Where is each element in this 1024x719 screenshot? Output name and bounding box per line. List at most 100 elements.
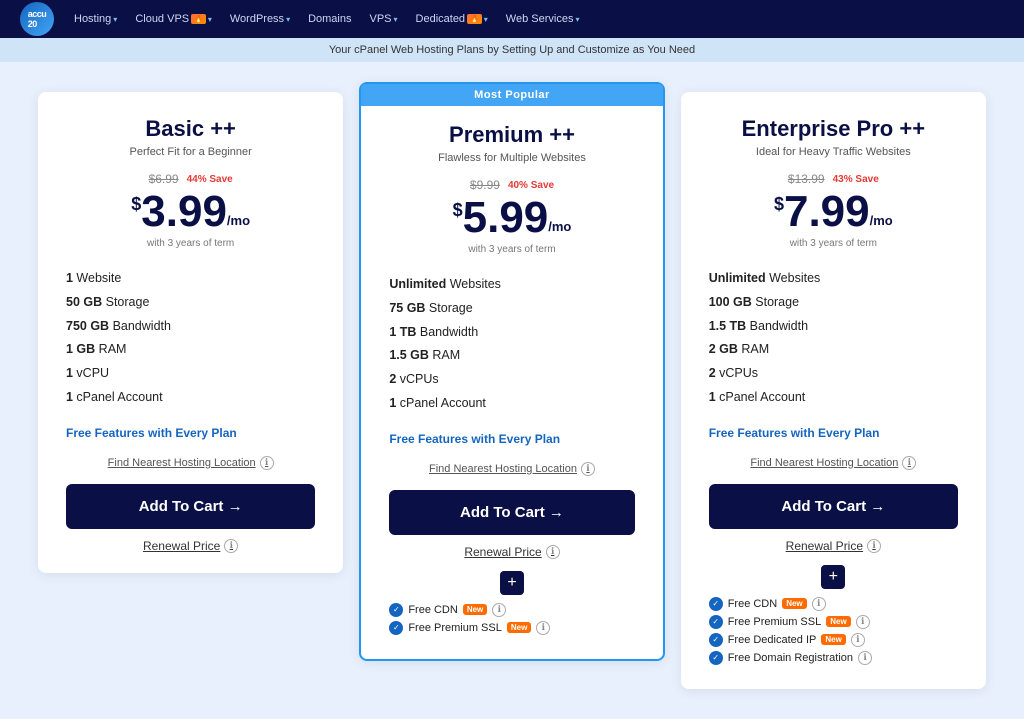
plan-basic-term: with 3 years of term	[66, 238, 315, 249]
plan-premium-price-display: $ 5.99 /mo	[389, 196, 634, 240]
nav-cloud-vps[interactable]: Cloud VPS 🔥 ▾	[135, 13, 212, 25]
plan-enterprise-mo: /mo	[870, 213, 893, 228]
info-icon[interactable]: ℹ	[492, 603, 506, 617]
check-icon: ✓	[709, 597, 723, 611]
check-icon: ✓	[709, 615, 723, 629]
plan-basic-free-features[interactable]: Free Features with Every Plan	[66, 426, 315, 440]
feature-enterprise-2: 100 GB Storage	[709, 291, 958, 315]
feature-enterprise-3: 1.5 TB Bandwidth	[709, 315, 958, 339]
plan-premium-hosting-location[interactable]: Find Nearest Hosting Location ℹ	[389, 462, 634, 476]
plan-enterprise-add-to-cart[interactable]: Add To Cart →	[709, 484, 958, 529]
navbar: accu20 Hosting ▾ Cloud VPS 🔥 ▾ WordPress…	[0, 0, 1024, 38]
logo-icon: accu20	[20, 2, 54, 36]
feature-enterprise-4: 2 GB RAM	[709, 338, 958, 362]
plan-basic-hosting-location[interactable]: Find Nearest Hosting Location ℹ	[66, 456, 315, 470]
plan-enterprise-expand[interactable]: +	[821, 565, 845, 589]
feature-basic-5: 1 vCPU	[66, 362, 315, 386]
plan-premium-renewal[interactable]: Renewal Price ℹ	[389, 545, 634, 559]
plan-enterprise-term: with 3 years of term	[709, 238, 958, 249]
plan-premium-name: Premium ++	[389, 122, 634, 148]
plan-premium-features: Unlimited Websites 75 GB Storage 1 TB Ba…	[389, 273, 634, 416]
plan-premium-bonus: ✓ Free CDN New ℹ ✓ Free Premium SSL New …	[389, 603, 634, 635]
new-badge: New	[821, 634, 845, 645]
feature-basic-6: 1 cPanel Account	[66, 386, 315, 410]
check-icon: ✓	[709, 633, 723, 647]
renewal-info-icon[interactable]: ℹ	[867, 539, 881, 553]
feature-basic-1: 1 Website	[66, 267, 315, 291]
plan-enterprise-price-display: $ 7.99 /mo	[709, 190, 958, 234]
subtitle-text: Your cPanel Web Hosting Plans by Setting…	[329, 44, 695, 56]
feature-premium-5: 2 vCPUs	[389, 368, 634, 392]
plan-premium-mo: /mo	[548, 219, 571, 234]
nav-vps[interactable]: VPS ▾	[369, 13, 397, 25]
bonus-ssl: ✓ Free Premium SSL New ℹ	[709, 615, 958, 629]
info-icon[interactable]: ℹ	[536, 621, 550, 635]
subtitle-bar: Your cPanel Web Hosting Plans by Setting…	[0, 38, 1024, 62]
nav-dedicated[interactable]: Dedicated 🔥 ▾	[416, 13, 488, 25]
plan-basic-dollar: $	[131, 194, 141, 215]
plan-basic-features: 1 Website 50 GB Storage 750 GB Bandwidth…	[66, 267, 315, 410]
renewal-info-icon[interactable]: ℹ	[546, 545, 560, 559]
feature-premium-4: 1.5 GB RAM	[389, 344, 634, 368]
nav-wordpress[interactable]: WordPress ▾	[230, 13, 290, 25]
feature-premium-2: 75 GB Storage	[389, 297, 634, 321]
nav-web-services[interactable]: Web Services ▾	[506, 13, 580, 25]
plan-enterprise-free-features[interactable]: Free Features with Every Plan	[709, 426, 958, 440]
plan-premium-free-features[interactable]: Free Features with Every Plan	[389, 432, 634, 446]
plan-premium-expand[interactable]: +	[500, 571, 524, 595]
info-icon[interactable]: ℹ	[812, 597, 826, 611]
popular-badge: Most Popular	[361, 84, 662, 106]
plan-enterprise-bonus: ✓ Free CDN New ℹ ✓ Free Premium SSL New …	[709, 597, 958, 665]
renewal-info-icon[interactable]: ℹ	[224, 539, 238, 553]
plan-enterprise: Enterprise Pro ++ Ideal for Heavy Traffi…	[681, 92, 986, 689]
plan-enterprise-amount: 7.99	[784, 190, 870, 234]
plan-premium-term: with 3 years of term	[389, 244, 634, 255]
feature-basic-2: 50 GB Storage	[66, 291, 315, 315]
bonus-domain: ✓ Free Domain Registration ℹ	[709, 651, 958, 665]
plan-basic-add-to-cart[interactable]: Add To Cart →	[66, 484, 315, 529]
feature-enterprise-5: 2 vCPUs	[709, 362, 958, 386]
plan-premium: Most Popular Premium ++ Flawless for Mul…	[359, 82, 664, 661]
nav-hosting[interactable]: Hosting ▾	[74, 13, 117, 25]
feature-enterprise-6: 1 cPanel Account	[709, 386, 958, 410]
feature-enterprise-1: Unlimited Websites	[709, 267, 958, 291]
plan-enterprise-hosting-location[interactable]: Find Nearest Hosting Location ℹ	[709, 456, 958, 470]
plan-premium-dollar: $	[453, 200, 463, 221]
info-icon[interactable]: ℹ	[851, 633, 865, 647]
new-badge: New	[507, 622, 531, 633]
check-icon: ✓	[709, 651, 723, 665]
feature-basic-4: 1 GB RAM	[66, 338, 315, 362]
bonus-cdn: ✓ Free CDN New ℹ	[709, 597, 958, 611]
plan-enterprise-tagline: Ideal for Heavy Traffic Websites	[709, 146, 958, 158]
info-icon[interactable]: ℹ	[902, 456, 916, 470]
new-badge: New	[463, 604, 487, 615]
plan-basic-renewal[interactable]: Renewal Price ℹ	[66, 539, 315, 553]
nav-domains[interactable]: Domains	[308, 13, 351, 25]
new-badge: New	[826, 616, 850, 627]
bonus-dedicated-ip: ✓ Free Dedicated IP New ℹ	[709, 633, 958, 647]
info-icon[interactable]: ℹ	[260, 456, 274, 470]
plans-section: Basic ++ Perfect Fit for a Beginner $6.9…	[0, 62, 1024, 719]
plan-premium-add-to-cart[interactable]: Add To Cart →	[389, 490, 634, 535]
info-icon[interactable]: ℹ	[858, 651, 872, 665]
plan-basic-original-price: $6.99	[149, 172, 179, 186]
bonus-cdn: ✓ Free CDN New ℹ	[389, 603, 634, 617]
plan-basic-name: Basic ++	[66, 116, 315, 142]
plan-enterprise-name: Enterprise Pro ++	[709, 116, 958, 142]
plan-premium-tagline: Flawless for Multiple Websites	[389, 152, 634, 164]
plan-basic-tagline: Perfect Fit for a Beginner	[66, 146, 315, 158]
plan-enterprise-features: Unlimited Websites 100 GB Storage 1.5 TB…	[709, 267, 958, 410]
plan-enterprise-dollar: $	[774, 194, 784, 215]
info-icon[interactable]: ℹ	[581, 462, 595, 476]
plan-basic-save: 44% Save	[187, 174, 233, 185]
info-icon[interactable]: ℹ	[856, 615, 870, 629]
plan-enterprise-renewal[interactable]: Renewal Price ℹ	[709, 539, 958, 553]
plan-basic-mo: /mo	[227, 213, 250, 228]
check-icon: ✓	[389, 621, 403, 635]
plan-premium-save: 40% Save	[508, 180, 554, 191]
feature-premium-6: 1 cPanel Account	[389, 392, 634, 416]
logo[interactable]: accu20	[20, 2, 54, 36]
check-icon: ✓	[389, 603, 403, 617]
plan-enterprise-save: 43% Save	[833, 174, 879, 185]
nav-menu: Hosting ▾ Cloud VPS 🔥 ▾ WordPress ▾ Doma…	[74, 13, 579, 25]
